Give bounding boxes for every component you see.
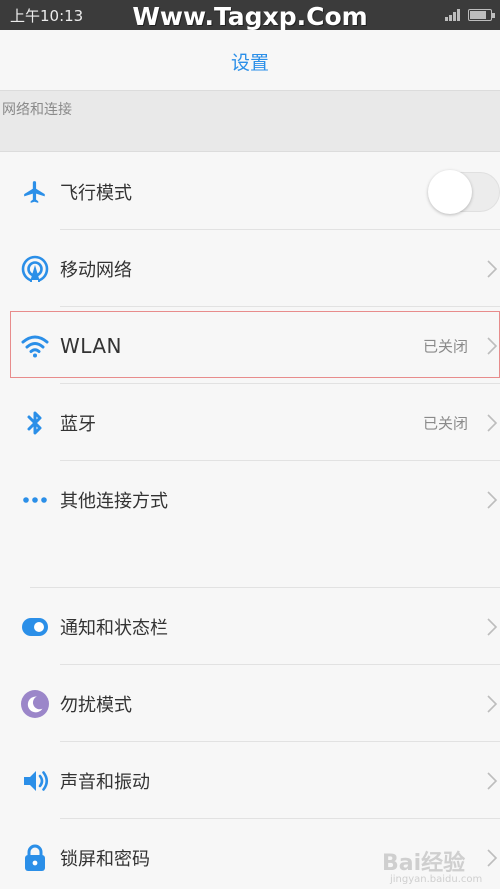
settings-row-airplane-mode[interactable]: 飞行模式: [0, 153, 500, 230]
moon-icon: [21, 689, 49, 718]
status-indicators: [445, 8, 495, 22]
chevron-right-icon: [487, 694, 498, 713]
battery-level: [470, 11, 486, 19]
chevron-right-icon: [487, 413, 498, 432]
baidu-watermark-text: Bai经验: [382, 851, 466, 876]
signal-icon: [445, 9, 460, 21]
cellular-icon: [21, 255, 49, 283]
settings-row-do-not-disturb[interactable]: 勿扰模式: [0, 665, 500, 742]
page-title: 设置: [230, 52, 269, 74]
row-label: 勿扰模式: [60, 694, 132, 716]
section-header-network: 网络和连接: [0, 90, 500, 152]
bluetooth-status: 已关闭: [422, 414, 468, 432]
wlan-status: 已关闭: [422, 337, 468, 355]
airplane-mode-toggle[interactable]: [428, 169, 500, 214]
chevron-right-icon: [487, 259, 498, 278]
settings-row-other-connections[interactable]: 其他连接方式: [0, 461, 500, 538]
settings-row-bluetooth[interactable]: 蓝牙 已关闭: [0, 384, 500, 461]
chevron-right-icon: [487, 617, 498, 636]
row-label: 通知和状态栏: [60, 617, 168, 639]
chevron-right-icon: [487, 490, 498, 509]
row-label: 飞行模式: [60, 182, 132, 204]
settings-row-mobile-network[interactable]: 移动网络: [0, 230, 500, 307]
speaker-icon: [21, 767, 49, 795]
chevron-right-icon: [487, 336, 498, 355]
settings-row-sound-vibration[interactable]: 声音和振动: [0, 742, 500, 819]
notification-icon: [21, 613, 49, 641]
row-label: 锁屏和密码: [60, 848, 150, 870]
airplane-icon: [21, 178, 49, 206]
more-dots-icon: [21, 486, 49, 514]
lock-icon: [21, 844, 49, 872]
chevron-right-icon: [487, 771, 498, 790]
bluetooth-icon: [21, 409, 49, 437]
status-bar: 上午10:13 Www.Tagxp.Com: [0, 0, 500, 31]
baidu-watermark-url: jingyan.baidu.com: [390, 874, 483, 885]
row-label: 声音和振动: [60, 771, 150, 793]
row-label: 移动网络: [60, 259, 132, 281]
row-label: 蓝牙: [60, 413, 96, 435]
title-bar: 设置: [0, 30, 500, 90]
wifi-icon: [21, 332, 49, 360]
baidu-watermark: Bai经验 jingyan.baidu.com: [382, 843, 500, 889]
settings-row-notifications[interactable]: 通知和状态栏: [0, 588, 500, 665]
settings-row-wlan[interactable]: WLAN 已关闭: [0, 307, 500, 384]
battery-icon: [468, 9, 495, 21]
row-label: WLAN: [60, 333, 123, 358]
section-header-label: 网络和连接: [2, 102, 72, 118]
row-label: 其他连接方式: [60, 490, 168, 512]
site-watermark: Www.Tagxp.Com: [132, 2, 368, 31]
